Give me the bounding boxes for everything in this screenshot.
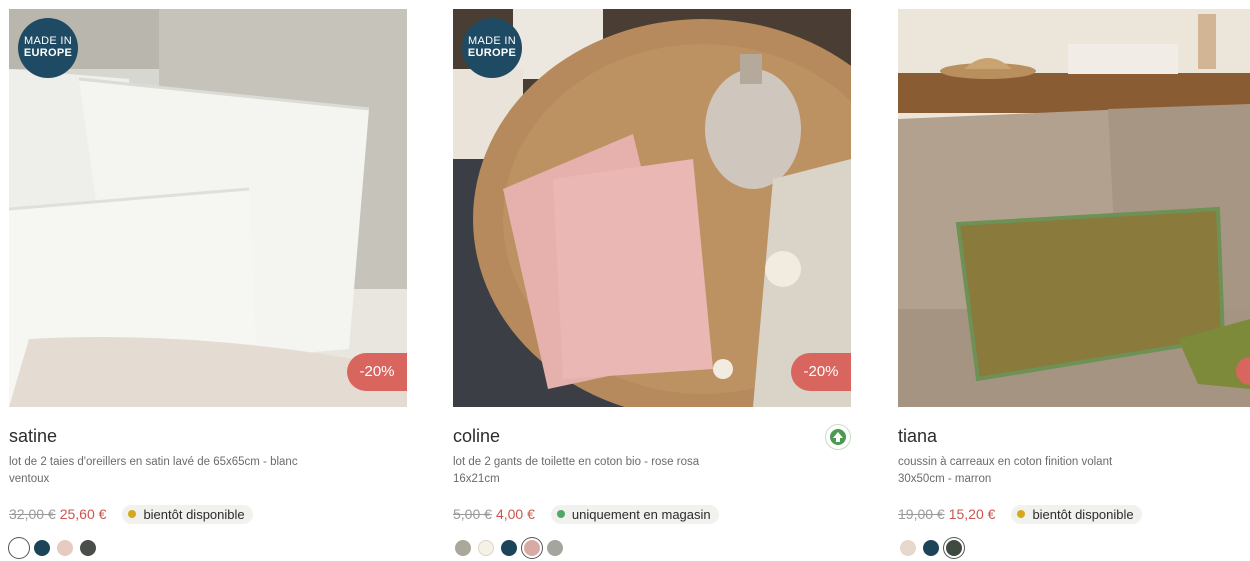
- product-image[interactable]: [898, 9, 1250, 407]
- swatch-rose[interactable]: [524, 540, 540, 556]
- product-image[interactable]: MADE IN EUROPE -20%: [453, 9, 851, 407]
- badge-line2: EUROPE: [467, 47, 517, 59]
- discount-badge: -20%: [791, 353, 851, 391]
- product-card-satine[interactable]: MADE IN EUROPE -20% satine lot de 2 taie…: [9, 9, 407, 556]
- availability-label: bientôt disponible: [1032, 506, 1134, 522]
- swatch-sand[interactable]: [900, 540, 916, 556]
- availability-dot-icon: [128, 510, 137, 518]
- sale-price: 15,20 €: [948, 506, 996, 522]
- price-row: 5,00 € 4,00 € uniquement en magasin: [453, 503, 719, 525]
- price-row: 19,00 € 15,20 € bientôt disponible: [898, 503, 1142, 525]
- swatch-charcoal[interactable]: [80, 540, 96, 556]
- product-description: lot de 2 gants de toilette en coton bio …: [453, 456, 700, 485]
- availability-label: uniquement en magasin: [571, 506, 711, 522]
- swatch-grey-green[interactable]: [547, 540, 563, 556]
- availability-badge: bientôt disponible: [1011, 504, 1142, 524]
- price-row: 32,00 € 25,60 € bientôt disponible: [9, 503, 253, 525]
- swatch-ivory[interactable]: [478, 540, 494, 556]
- product-card-tiana[interactable]: tiana coussin à carreaux en coton finiti…: [898, 9, 1250, 556]
- cushion-photo: [898, 9, 1250, 407]
- color-swatches: [455, 540, 570, 556]
- old-price: 5,00 €: [453, 506, 492, 522]
- product-description: coussin à carreaux en coton finition vol…: [898, 456, 1113, 485]
- availability-dot-icon: [556, 510, 565, 518]
- availability-badge: uniquement en magasin: [550, 504, 719, 524]
- swatch-sage[interactable]: [455, 540, 471, 556]
- product-description: lot de 2 taies d'oreillers en satin lavé…: [9, 456, 298, 485]
- badge-line1: MADE IN: [468, 35, 516, 47]
- availability-badge: bientôt disponible: [122, 504, 253, 524]
- sale-price: 25,60 €: [59, 506, 107, 522]
- swatch-navy[interactable]: [501, 540, 517, 556]
- color-swatches: [11, 540, 103, 556]
- made-in-europe-badge: MADE IN EUROPE: [462, 18, 522, 78]
- swatch-dark-green[interactable]: [946, 540, 962, 556]
- product-name[interactable]: satine: [9, 426, 57, 447]
- product-name[interactable]: tiana: [898, 426, 937, 447]
- discount-badge: -20%: [347, 353, 407, 391]
- badge-line1: MADE IN: [24, 35, 72, 47]
- availability-dot-icon: [1017, 510, 1026, 518]
- sale-price: 4,00 €: [495, 506, 535, 522]
- swatch-pink[interactable]: [57, 540, 73, 556]
- color-swatches: [900, 540, 969, 556]
- old-price: 19,00 €: [898, 506, 945, 522]
- swatch-navy[interactable]: [34, 540, 50, 556]
- swatch-white[interactable]: [11, 540, 27, 556]
- swatch-navy[interactable]: [923, 540, 939, 556]
- product-name[interactable]: coline: [453, 426, 500, 447]
- organic-cotton-icon: [825, 424, 851, 450]
- made-in-europe-badge: MADE IN EUROPE: [18, 18, 78, 78]
- old-price: 32,00 €: [9, 506, 56, 522]
- product-grid: MADE IN EUROPE -20% satine lot de 2 taie…: [0, 0, 1250, 561]
- product-image[interactable]: MADE IN EUROPE -20%: [9, 9, 407, 407]
- availability-label: bientôt disponible: [143, 506, 245, 522]
- badge-line2: EUROPE: [23, 47, 73, 59]
- product-card-coline[interactable]: MADE IN EUROPE -20% coline lot de 2 gant…: [453, 9, 851, 556]
